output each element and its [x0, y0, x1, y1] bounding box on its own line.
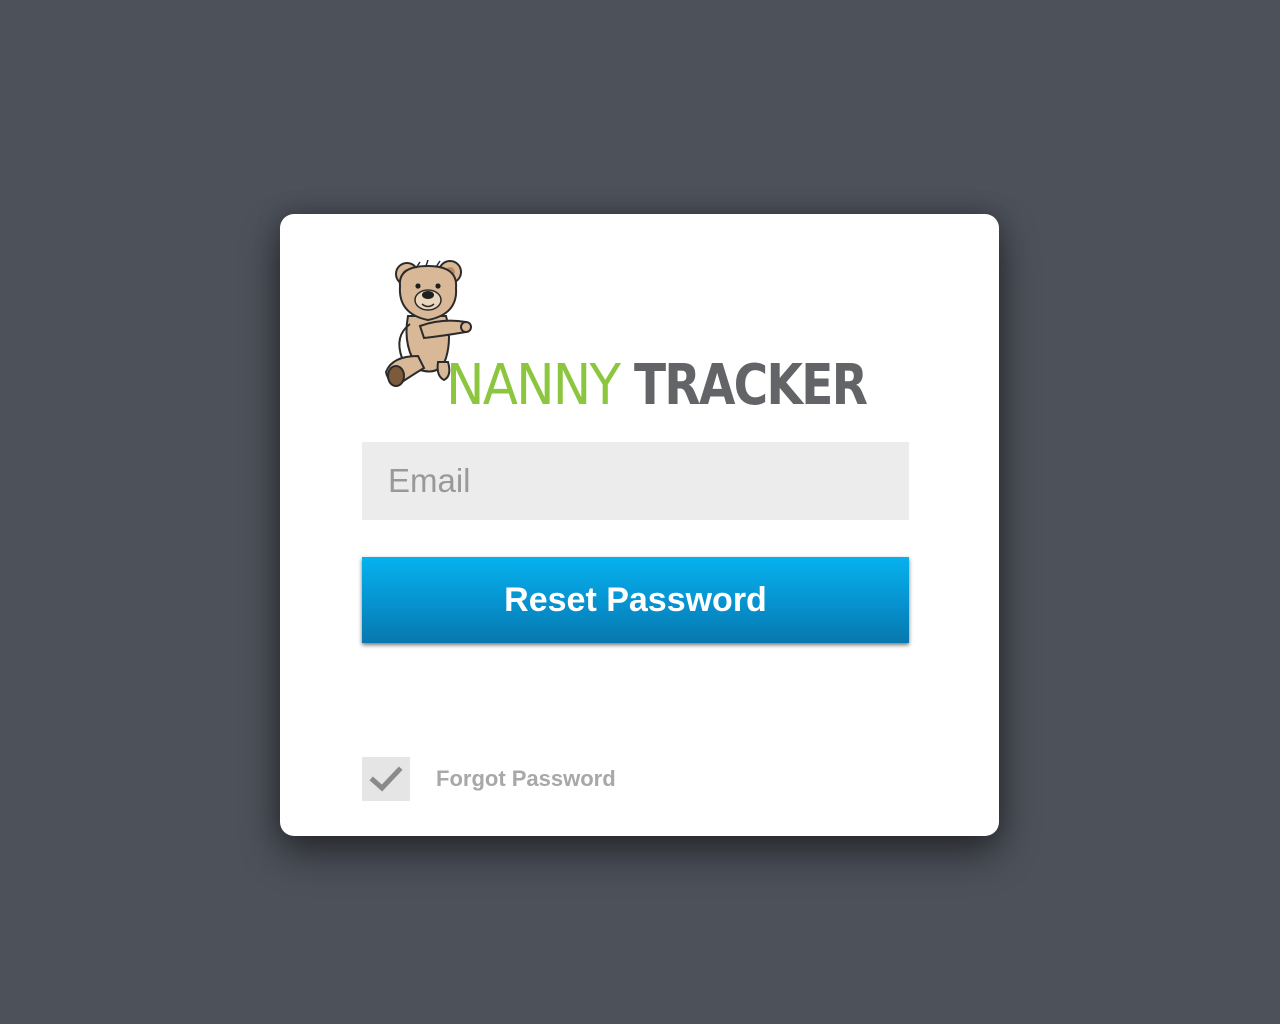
reset-password-card: NANNY TRACKER Reset Password Forgot Pass…	[280, 214, 999, 836]
nanny-tracker-logo: NANNY TRACKER	[380, 258, 890, 414]
logo-word-nanny: NANNY	[446, 353, 621, 418]
reset-password-button[interactable]: Reset Password	[362, 557, 909, 643]
checkmark-icon	[369, 766, 403, 792]
forgot-password-link[interactable]: Forgot Password	[436, 766, 616, 792]
forgot-password-toggle[interactable]: Forgot Password	[362, 757, 616, 801]
logo-word-tracker: TRACKER	[634, 353, 868, 418]
logo-wordmark: NANNY TRACKER	[446, 354, 911, 414]
email-field[interactable]	[362, 442, 909, 520]
forgot-password-checkbox[interactable]	[362, 757, 410, 801]
